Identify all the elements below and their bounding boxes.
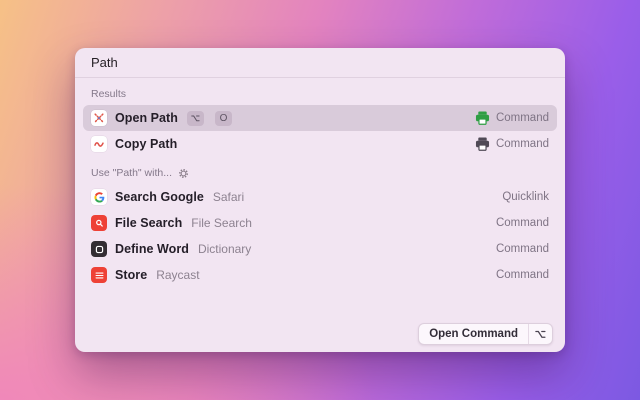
option-key-badge (187, 111, 204, 126)
item-title: Store (115, 268, 147, 282)
item-accessory: Command (496, 269, 549, 281)
list-item-search-google[interactable]: Search Google Safari Quicklink (83, 184, 557, 210)
list-item-open-path[interactable]: Open Path O Command (83, 105, 557, 131)
list-item-file-search[interactable]: File Search File Search Command (83, 210, 557, 236)
item-type-label: Command (496, 243, 549, 255)
option-key-icon (528, 324, 552, 344)
item-subtitle: Safari (213, 190, 244, 204)
list-item-store[interactable]: Store Raycast Command (83, 262, 557, 288)
action-bar: Open Command (418, 323, 553, 345)
search-input[interactable] (91, 55, 549, 70)
item-subtitle: Raycast (156, 268, 199, 282)
file-search-icon (91, 215, 107, 231)
item-accessory: Quicklink (502, 191, 549, 203)
list-item-define-word[interactable]: Define Word Dictionary Command (83, 236, 557, 262)
item-accessory: Command (496, 243, 549, 255)
option-key-icon (191, 115, 200, 122)
results-section-label: Results (91, 88, 126, 100)
item-type-label: Command (496, 269, 549, 281)
copy-path-icon (91, 136, 107, 152)
search-bar (75, 48, 565, 78)
use-with-section-header: Use "Path" with... (83, 163, 557, 184)
open-command-label: Open Command (419, 324, 528, 344)
item-title: Open Path (115, 111, 178, 125)
results-list: Results Open Path O (75, 78, 565, 352)
item-type-label: Command (496, 112, 549, 124)
item-subtitle: File Search (191, 216, 252, 230)
item-type-label: Command (496, 138, 549, 150)
printer-icon (475, 111, 490, 125)
raycast-window: Results Open Path O (75, 48, 565, 352)
list-item-copy-path[interactable]: Copy Path Command (83, 131, 557, 157)
printer-icon (475, 137, 490, 151)
o-key-badge: O (215, 111, 232, 126)
item-accessory: Command (475, 137, 549, 151)
item-type-label: Command (496, 217, 549, 229)
store-icon (91, 267, 107, 283)
use-with-section-label: Use "Path" with... (91, 167, 172, 179)
item-title: Define Word (115, 242, 189, 256)
open-path-icon (91, 110, 107, 126)
open-command-button[interactable]: Open Command (418, 323, 553, 345)
google-icon (91, 189, 107, 205)
gear-icon[interactable] (178, 168, 189, 179)
dictionary-icon (91, 241, 107, 257)
item-title: File Search (115, 216, 182, 230)
item-subtitle: Dictionary (198, 242, 251, 256)
results-section-header: Results (83, 84, 557, 105)
item-accessory: Command (475, 111, 549, 125)
item-title: Copy Path (115, 137, 177, 151)
item-accessory: Command (496, 217, 549, 229)
item-title: Search Google (115, 190, 204, 204)
item-type-label: Quicklink (502, 191, 549, 203)
